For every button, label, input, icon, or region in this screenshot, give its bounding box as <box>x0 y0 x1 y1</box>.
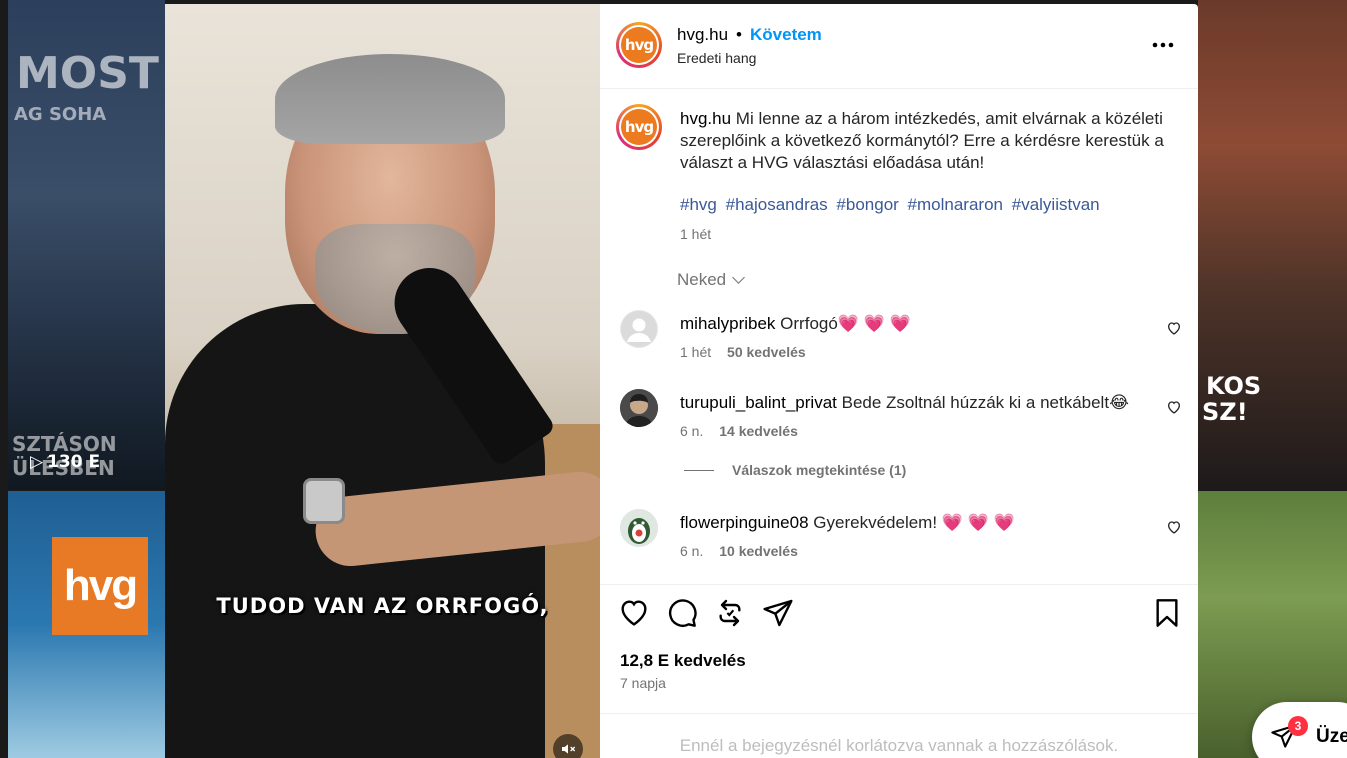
comment-username[interactable]: turupuli_balint_privat <box>680 393 837 412</box>
hashtag[interactable]: #molnararon <box>908 195 1003 214</box>
background-thumbnail-left-top[interactable]: MOST AG SOHA SZTÁSON ÜLÉSBEN ▷ 130 E <box>8 0 165 490</box>
hashtag[interactable]: #bongor <box>836 195 898 214</box>
comment-likes[interactable]: 10 kedvelés <box>719 543 798 559</box>
comment-likes[interactable]: 14 kedvelés <box>719 423 798 439</box>
replies-divider <box>684 469 714 471</box>
post-actions: 12,8 E kedvelés 7 napja Ennél a bejegyzé… <box>600 584 1198 758</box>
background-thumbnail-right-top[interactable]: KOS SZ! <box>1198 0 1347 490</box>
thumbnail-caption: KOS <box>1206 372 1262 400</box>
post-date: 7 napja <box>620 675 666 691</box>
comment-like-heart-icon[interactable] <box>1166 519 1182 535</box>
author-avatar[interactable]: hvg <box>616 22 662 68</box>
commenter-avatar[interactable] <box>620 310 658 348</box>
send-icon[interactable] <box>762 597 794 629</box>
hashtag[interactable]: #hvg <box>680 195 717 214</box>
hashtag[interactable]: #hajosandras <box>726 195 828 214</box>
caption-author-avatar[interactable]: hvg <box>616 104 662 150</box>
laughing-emoji: 😂 <box>1109 393 1129 412</box>
hashtag-list: #hvg #hajosandras #bongor #molnararon #v… <box>680 195 1104 215</box>
post-body: hvg hvg.hu Mi lenne az a három intézkedé… <box>600 90 1198 584</box>
commenter-photo <box>620 389 658 427</box>
view-replies-label: Válaszok megtekintése (1) <box>732 462 907 478</box>
thumbnail-caption-2: SZ! <box>1202 398 1248 426</box>
video-caption: TUDOD VAN AZ ORRFOGÓ, <box>216 594 549 618</box>
hashtag[interactable]: #valyiistvan <box>1012 195 1100 214</box>
comment-time: 6 n. <box>680 423 704 439</box>
muted-speaker-icon <box>562 744 576 754</box>
commenter-avatar[interactable] <box>620 389 658 427</box>
comment-text: mihalypribek Orrfogó💗 💗 💗 <box>680 314 911 333</box>
comment-meta: 6 n. 10 kedvelés <box>680 543 798 559</box>
thumbnail-views: ▷ 130 E <box>30 452 101 472</box>
chevron-down-icon <box>732 271 746 284</box>
heart-icon[interactable] <box>618 597 650 629</box>
caption-username[interactable]: hvg.hu <box>680 109 731 128</box>
more-options-button[interactable] <box>1148 30 1178 60</box>
comment-time: 6 n. <box>680 543 704 559</box>
messages-button[interactable]: 3 Üze <box>1252 702 1347 758</box>
comment-text: flowerpinguine08 Gyerekvédelem! 💗 💗 💗 <box>680 513 1015 532</box>
comment-meta: 1 hét 50 kedvelés <box>680 344 806 360</box>
commenter-avatar[interactable] <box>620 509 658 547</box>
video-watch <box>303 478 345 524</box>
play-icon: ▷ <box>30 452 44 472</box>
caption-text: Mi lenne az a három intézkedés, amit elv… <box>680 109 1164 172</box>
heart-emoji: 💗 💗 💗 <box>837 314 911 333</box>
post-panel: hvg hvg.hu • Követem Eredeti hang hvg hv… <box>600 4 1198 758</box>
comment-time: 1 hét <box>680 344 712 360</box>
comments-restricted-notice: Ennél a bejegyzésnél korlátozva vannak a… <box>600 713 1198 756</box>
comment-likes[interactable]: 50 kedvelés <box>727 344 806 360</box>
post-time: 1 hét <box>680 226 712 242</box>
thumbnail-title: MOST <box>16 48 159 99</box>
reel-video[interactable]: TUDOD VAN AZ ORRFOGÓ, <box>165 4 600 758</box>
comment-item: flowerpinguine08 Gyerekvédelem! 💗 💗 💗 6 … <box>600 509 1198 579</box>
bookmark-icon[interactable] <box>1151 597 1183 629</box>
unread-badge: 3 <box>1288 716 1308 736</box>
comment-item: turupuli_balint_privat Bede Zsoltnál húz… <box>600 389 1198 459</box>
audio-label[interactable]: Eredeti hang <box>677 50 756 66</box>
comment-username[interactable]: flowerpinguine08 <box>680 513 809 532</box>
comment-icon[interactable] <box>666 597 698 629</box>
view-replies-button[interactable]: Válaszok megtekintése (1) <box>684 462 906 478</box>
comments-sort-dropdown[interactable]: Neked <box>677 270 746 290</box>
comment-like-heart-icon[interactable] <box>1166 399 1182 415</box>
default-avatar-icon <box>621 311 657 347</box>
follow-button[interactable]: Követem <box>750 25 822 45</box>
sort-label: Neked <box>677 270 727 289</box>
heart-emoji: 💗 💗 💗 <box>941 513 1015 532</box>
repost-icon[interactable] <box>714 597 746 629</box>
hvg-logo: hvg <box>52 537 148 635</box>
thumbnail-subtitle: AG SOHA <box>14 104 107 125</box>
likes-count[interactable]: 12,8 E kedvelés <box>620 651 746 671</box>
messages-label: Üze <box>1316 726 1347 747</box>
post-header: hvg hvg.hu • Követem Eredeti hang <box>600 4 1198 89</box>
separator-dot: • <box>736 25 742 44</box>
author-username[interactable]: hvg.hu <box>677 25 728 45</box>
more-options-icon <box>1152 42 1174 48</box>
comment-item: mihalypribek Orrfogó💗 💗 💗 1 hét 50 kedve… <box>600 310 1198 380</box>
mute-button[interactable] <box>553 734 583 758</box>
comment-text: turupuli_balint_privat Bede Zsoltnál húz… <box>680 393 1129 412</box>
hvg-avatar-logo: hvg <box>621 109 657 145</box>
comment-like-heart-icon[interactable] <box>1166 320 1182 336</box>
hvg-avatar-logo: hvg <box>621 27 657 63</box>
post-caption: hvg.hu Mi lenne az a három intézkedés, a… <box>680 108 1180 174</box>
commenter-photo <box>620 509 658 547</box>
comment-username[interactable]: mihalypribek <box>680 314 775 333</box>
comment-meta: 6 n. 14 kedvelés <box>680 423 798 439</box>
video-person-hair <box>275 54 505 144</box>
